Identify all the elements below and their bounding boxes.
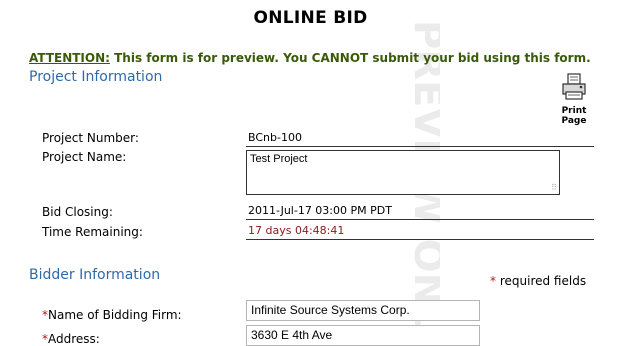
attention-label: ATTENTION: — [29, 51, 110, 65]
print-page-button[interactable]: Print Page — [554, 72, 594, 126]
attention-text: This form is for preview. You CANNOT sub… — [109, 51, 591, 65]
print-label-line2: Page — [561, 116, 587, 126]
project-name-field[interactable]: Test Project ⠿ — [246, 150, 560, 195]
attention-notice: ATTENTION: This form is for preview. You… — [29, 51, 591, 65]
project-number-value: BCnb-100 — [248, 131, 302, 144]
required-star: * — [490, 274, 496, 288]
project-name-value: Test Project — [250, 153, 308, 165]
project-name-label: Project Name: — [42, 150, 127, 164]
print-label-line1: Print — [561, 106, 587, 116]
time-remaining-rule — [246, 239, 594, 240]
project-number-rule — [246, 146, 594, 147]
resize-grip-icon[interactable]: ⠿ — [551, 184, 557, 192]
time-remaining-value: 17 days 04:48:41 — [248, 224, 345, 237]
bidder-section-title: Bidder Information — [29, 267, 161, 283]
bid-closing-rule — [246, 219, 594, 220]
address-label: *Address: — [42, 332, 100, 346]
bid-closing-label: Bid Closing: — [42, 205, 113, 219]
required-fields-text: required fields — [499, 274, 587, 288]
firm-name-label: *Name of Bidding Firm: — [42, 308, 182, 322]
bid-closing-value: 2011-Jul-17 03:00 PM PDT — [248, 204, 392, 217]
printer-icon — [562, 73, 586, 100]
project-number-label: Project Number: — [42, 131, 139, 145]
firm-name-input[interactable]: Infinite Source Systems Corp. — [246, 300, 480, 321]
time-remaining-label: Time Remaining: — [42, 225, 143, 239]
address-input[interactable]: 3630 E 4th Ave — [246, 325, 480, 346]
address-label-text: Address: — [48, 332, 100, 346]
page-title: ONLINE BID — [253, 8, 368, 28]
firm-name-label-text: Name of Bidding Firm: — [48, 308, 182, 322]
required-fields-note: * required fields — [490, 274, 586, 288]
project-section-title: Project Information — [29, 69, 163, 85]
